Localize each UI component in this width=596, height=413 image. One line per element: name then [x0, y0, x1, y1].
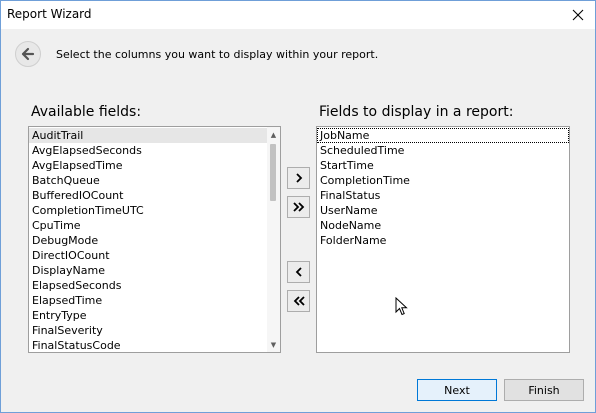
- list-item[interactable]: ElapsedSeconds: [29, 278, 267, 293]
- list-item[interactable]: CpuTime: [29, 218, 267, 233]
- list-item[interactable]: UserName: [317, 203, 569, 218]
- list-item[interactable]: DisplayName: [29, 263, 267, 278]
- list-item[interactable]: ElapsedTime: [29, 293, 267, 308]
- available-fields-label: Available fields:: [31, 104, 142, 120]
- display-items-container: JobName ScheduledTime StartTime CompletionT…: [317, 127, 569, 248]
- list-item[interactable]: BatchQueue: [29, 173, 267, 188]
- back-arrow-icon: [21, 47, 35, 61]
- list-item[interactable]: FinalSeverity: [29, 323, 267, 338]
- scroll-down-icon[interactable]: ▼: [267, 338, 280, 351]
- list-item[interactable]: StartTime: [317, 158, 569, 173]
- mouse-cursor-icon: [395, 297, 408, 316]
- available-fields-list[interactable]: AuditTrail AvgElapsedSeconds AvgElapsedTim…: [28, 126, 281, 353]
- list-item[interactable]: DirectIOCount: [29, 248, 267, 263]
- list-item[interactable]: NodeName: [317, 218, 569, 233]
- available-items-container: AuditTrail AvgElapsedSeconds AvgElapsedTim…: [29, 127, 267, 352]
- chevron-right-icon: [295, 173, 302, 183]
- remove-field-button[interactable]: [287, 261, 310, 283]
- display-fields-label: Fields to display in a report:: [319, 104, 514, 120]
- list-item[interactable]: EntryType: [29, 308, 267, 323]
- list-item[interactable]: AvgElapsedSeconds: [29, 143, 267, 158]
- display-fields-list[interactable]: JobName ScheduledTime StartTime CompletionT…: [316, 126, 570, 353]
- chevron-left-icon: [295, 267, 302, 277]
- finish-button[interactable]: Finish: [504, 379, 584, 401]
- add-all-fields-button[interactable]: [287, 196, 310, 218]
- instruction-text: Select the columns you want to display w…: [56, 48, 379, 61]
- report-wizard-window: Report Wizard Select the columns you wan…: [0, 0, 596, 413]
- list-item[interactable]: JobName: [317, 128, 569, 143]
- title-bar: Report Wizard: [1, 1, 595, 29]
- close-icon: [572, 9, 584, 21]
- list-item[interactable]: CompletionTime: [317, 173, 569, 188]
- list-item[interactable]: FinalStatus: [317, 188, 569, 203]
- list-item[interactable]: FolderName: [317, 233, 569, 248]
- list-item[interactable]: ScheduledTime: [317, 143, 569, 158]
- next-button[interactable]: Next: [417, 379, 497, 401]
- list-item[interactable]: DebugMode: [29, 233, 267, 248]
- window-title: Report Wizard: [7, 7, 92, 21]
- vertical-scrollbar[interactable]: ▲ ▼: [267, 127, 280, 352]
- add-field-button[interactable]: [287, 167, 310, 189]
- scroll-up-icon[interactable]: ▲: [267, 128, 280, 141]
- list-item[interactable]: BufferedIOCount: [29, 188, 267, 203]
- double-chevron-right-icon: [292, 202, 304, 212]
- close-button[interactable]: [561, 1, 595, 29]
- list-item[interactable]: AvgElapsedTime: [29, 158, 267, 173]
- list-item[interactable]: AuditTrail: [29, 128, 267, 143]
- list-item[interactable]: CompletionTimeUTC: [29, 203, 267, 218]
- list-item[interactable]: FinalStatusCode: [29, 338, 267, 352]
- remove-all-fields-button[interactable]: [287, 290, 310, 312]
- double-chevron-left-icon: [293, 296, 305, 306]
- scroll-thumb[interactable]: [270, 144, 276, 201]
- back-button[interactable]: [15, 41, 41, 67]
